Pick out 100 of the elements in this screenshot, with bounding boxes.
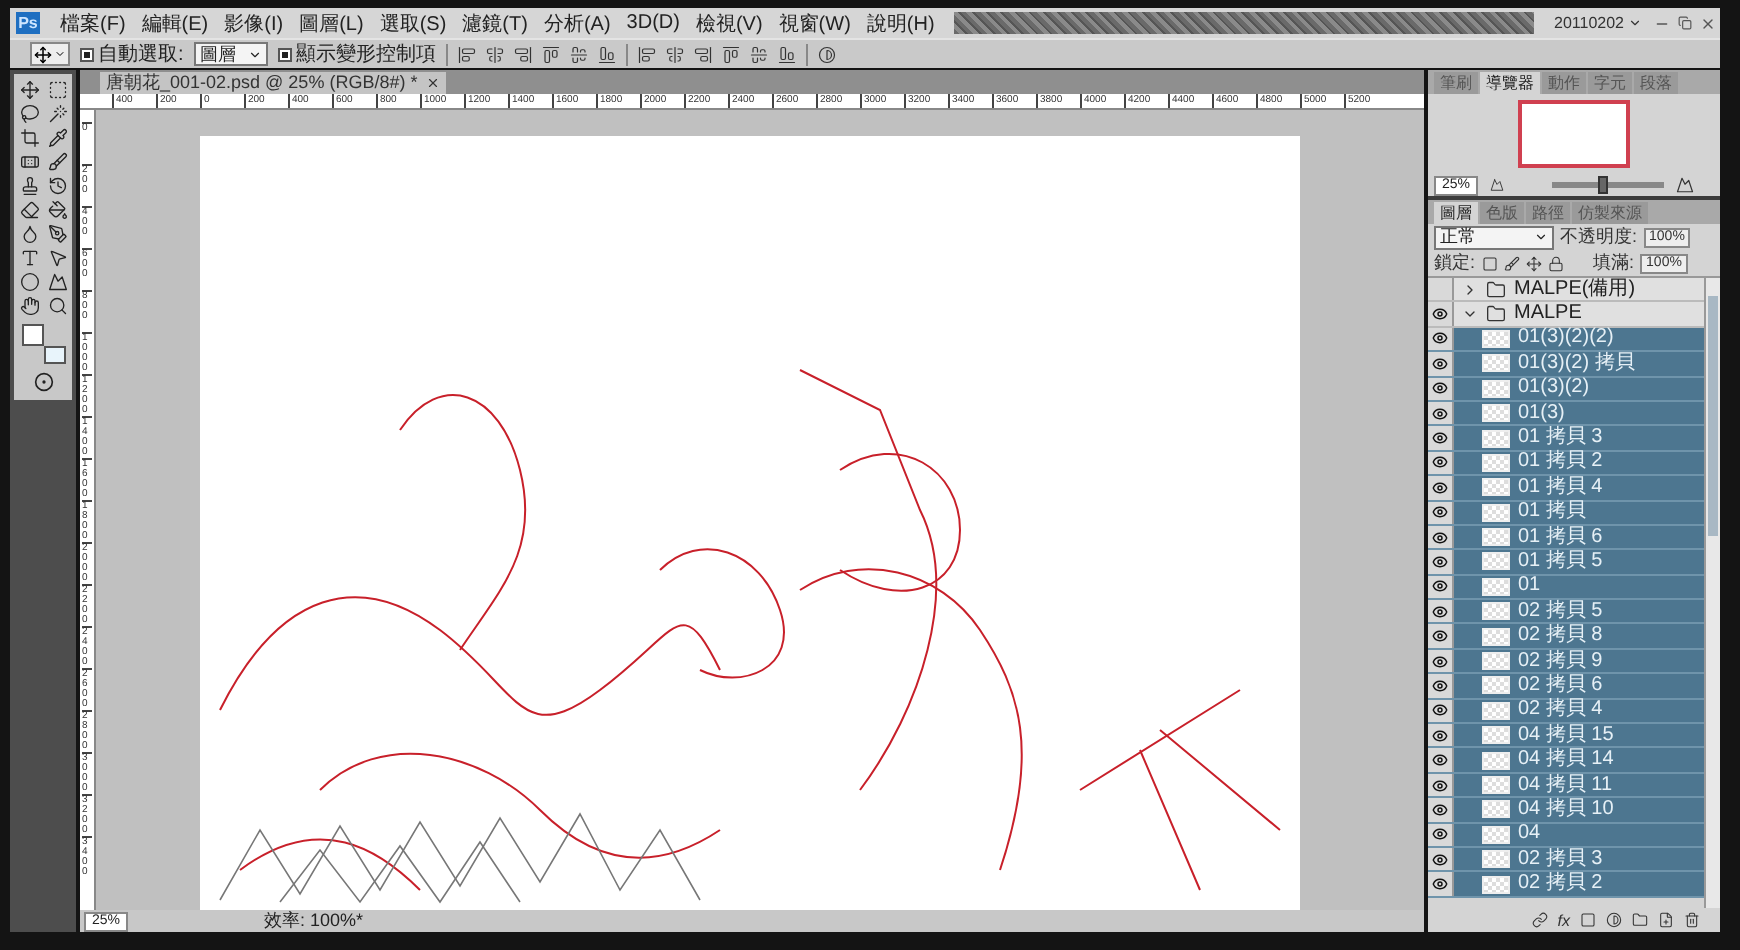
layer-row[interactable]: 02 拷貝 2 [1428, 872, 1704, 898]
blend-mode-dropdown[interactable]: 正常 [1434, 225, 1554, 249]
visibility-toggle[interactable] [1428, 451, 1454, 475]
visibility-toggle[interactable] [1428, 674, 1454, 698]
layer-row[interactable]: 01(3) [1428, 401, 1704, 427]
align-middle-icon[interactable] [485, 45, 504, 63]
layer-row[interactable]: 02 拷貝 5 [1428, 600, 1704, 625]
distribute-right-icon[interactable] [777, 45, 796, 63]
menu-item[interactable]: 檔案(F) [52, 9, 134, 37]
layer-row[interactable]: 02 拷貝 4 [1428, 699, 1704, 725]
visibility-toggle[interactable] [1428, 798, 1454, 822]
visibility-toggle[interactable] [1428, 525, 1454, 549]
zoom-slider[interactable] [1552, 182, 1665, 188]
history-brush-icon[interactable] [47, 176, 67, 196]
lock-all-icon[interactable] [1547, 255, 1564, 271]
menu-item[interactable]: 圖層(L) [291, 9, 372, 37]
layer-row[interactable]: 02 拷貝 3 [1428, 847, 1704, 873]
panel-tab[interactable]: 筆刷 [1434, 72, 1478, 94]
visibility-toggle[interactable] [1428, 501, 1454, 524]
droplet-icon[interactable] [19, 224, 39, 244]
visibility-toggle[interactable] [1428, 724, 1454, 747]
lasso-tool-icon[interactable] [19, 104, 39, 124]
layer-row[interactable]: 02 拷貝 9 [1428, 649, 1704, 675]
layer-style-button[interactable]: fx [1557, 911, 1570, 929]
tool-preset-picker[interactable] [30, 42, 70, 66]
layer-row[interactable]: MALPE(備用) [1428, 278, 1704, 303]
stamp-icon[interactable] [19, 176, 39, 196]
link-icon[interactable] [1531, 912, 1548, 928]
background-color-swatch[interactable] [43, 346, 65, 364]
panel-tab[interactable]: 圖層 [1434, 202, 1478, 224]
restore-icon[interactable] [1674, 16, 1696, 30]
menu-item[interactable]: 3D(D) [618, 12, 688, 34]
align-left-icon[interactable] [541, 45, 560, 63]
foreground-color-swatch[interactable] [21, 324, 43, 346]
eraser-icon[interactable] [19, 200, 39, 220]
visibility-toggle[interactable] [1428, 649, 1454, 673]
brush-icon[interactable] [47, 152, 67, 172]
crop-tool-icon[interactable] [19, 128, 39, 148]
visibility-toggle[interactable] [1428, 426, 1454, 450]
visibility-toggle[interactable] [1428, 476, 1454, 500]
menu-item[interactable]: 說明(H) [858, 9, 943, 37]
visibility-toggle[interactable] [1428, 823, 1454, 846]
pen-tool-icon[interactable] [47, 224, 67, 244]
layer-row[interactable]: 01 拷貝 2 [1428, 451, 1704, 477]
distribute-top-icon[interactable] [637, 45, 656, 63]
layer-row[interactable]: 04 拷貝 15 [1428, 724, 1704, 749]
new-layer-icon[interactable] [1658, 912, 1674, 928]
layer-row[interactable]: 01(3)(2)(2) [1428, 327, 1704, 353]
align-center-icon[interactable] [569, 45, 588, 63]
menu-item[interactable]: 濾鏡(T) [454, 9, 536, 37]
paint-bucket-icon[interactable] [47, 200, 67, 220]
distribute-bottom-icon[interactable] [693, 45, 712, 63]
panel-tab[interactable]: 色版 [1480, 202, 1524, 224]
menu-item[interactable]: 選取(S) [371, 9, 455, 37]
layer-row[interactable]: 01 拷貝 4 [1428, 476, 1704, 502]
menu-item[interactable]: 檢視(V) [687, 9, 771, 37]
menu-item[interactable]: 編輯(E) [133, 9, 217, 37]
distribute-center-icon[interactable] [749, 45, 768, 63]
lock-position-icon[interactable] [1525, 255, 1542, 271]
visibility-toggle[interactable] [1428, 600, 1454, 623]
visibility-toggle[interactable] [1428, 352, 1454, 376]
marquee-tool-icon[interactable] [47, 80, 67, 100]
panel-tab[interactable]: 導覽器 [1480, 72, 1540, 94]
layer-row[interactable]: 01(3)(2) 拷貝 [1428, 352, 1704, 378]
magic-wand-icon[interactable] [47, 104, 67, 124]
mask-icon[interactable] [1580, 912, 1596, 928]
visibility-toggle[interactable] [1428, 773, 1454, 797]
visibility-toggle[interactable] [1428, 302, 1454, 326]
menu-item[interactable]: 分析(A) [535, 9, 619, 37]
visibility-toggle[interactable] [1428, 401, 1454, 425]
auto-select-dropdown[interactable]: 圖層 [193, 42, 268, 66]
menu-item[interactable]: 影像(I) [216, 9, 292, 37]
layer-row[interactable]: 01 [1428, 575, 1704, 601]
move-tool-icon[interactable] [19, 80, 39, 100]
visibility-toggle[interactable] [1428, 278, 1454, 301]
folder-icon[interactable] [1632, 912, 1648, 928]
visibility-toggle[interactable] [1428, 550, 1454, 574]
layer-row[interactable]: 01 拷貝 [1428, 501, 1704, 526]
trash-icon[interactable] [1684, 912, 1700, 928]
visibility-toggle[interactable] [1428, 699, 1454, 723]
visibility-toggle[interactable] [1428, 327, 1454, 351]
panel-tab[interactable]: 仿製來源 [1572, 202, 1648, 224]
layer-row[interactable]: 01(3)(2) [1428, 377, 1704, 402]
hand-tool-icon[interactable] [19, 296, 39, 316]
quick-mask-icon[interactable] [33, 372, 53, 392]
panel-tab[interactable]: 動作 [1542, 72, 1586, 94]
panel-tab[interactable]: 段落 [1634, 72, 1678, 94]
layer-row[interactable]: 04 拷貝 11 [1428, 773, 1704, 799]
bandage-icon[interactable] [19, 152, 39, 172]
visibility-toggle[interactable] [1428, 847, 1454, 871]
visibility-toggle[interactable] [1428, 872, 1454, 896]
document-tab[interactable]: 唐朝花_001-02.psd @ 25% (RGB/8#) * [100, 72, 446, 94]
distribute-middle-icon[interactable] [665, 45, 684, 63]
align-bottom-icon[interactable] [513, 45, 532, 63]
align-top-icon[interactable] [457, 45, 476, 63]
scrollbar[interactable] [1704, 278, 1720, 908]
visibility-toggle[interactable] [1428, 624, 1454, 648]
zoom-icon[interactable] [47, 296, 67, 316]
layer-row[interactable]: 04 [1428, 823, 1704, 848]
visibility-toggle[interactable] [1428, 575, 1454, 599]
